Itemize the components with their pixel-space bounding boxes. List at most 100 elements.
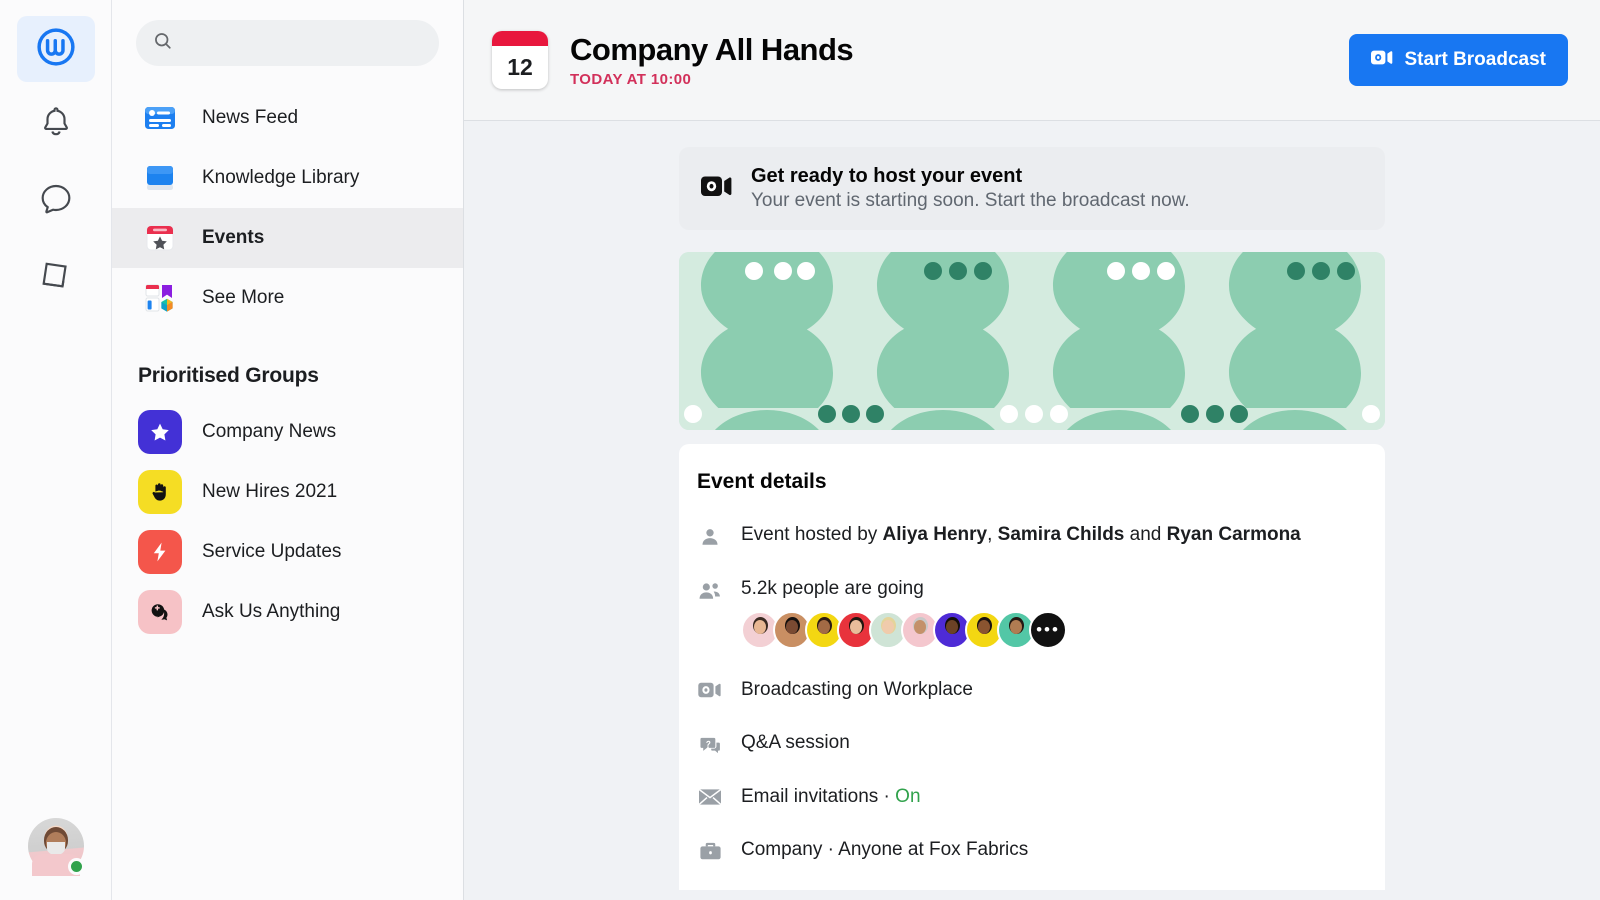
rail-item-library[interactable] (17, 244, 95, 310)
rail-item-notifications[interactable] (17, 92, 95, 158)
host-prefix: Event hosted by (741, 524, 883, 545)
event-header: 12 Company All Hands TODAY AT 10:00 Star… (464, 0, 1600, 121)
start-broadcast-button[interactable]: Start Broadcast (1348, 34, 1568, 86)
event-title-block: Company All Hands TODAY AT 10:00 (570, 32, 1349, 88)
calendar-day-number: 12 (507, 54, 533, 80)
sidebar-item-label: See More (202, 287, 285, 308)
rail-item-chat[interactable] (17, 168, 95, 234)
see-more-icon (138, 276, 182, 320)
video-camera-icon (701, 174, 733, 203)
event-details-card: Event details Event hosted by Aliya Henr… (679, 444, 1385, 891)
avatar-face (850, 620, 862, 635)
online-status-badge (67, 858, 85, 875)
search-box[interactable] (136, 20, 439, 66)
prioritised-groups-title: Prioritised Groups (138, 364, 319, 387)
sidebar-item-knowledge-library[interactable]: Knowledge Library (112, 148, 463, 208)
event-cover-image (679, 252, 1385, 430)
lightning-bolt-icon (138, 530, 182, 574)
sidebar-item-label: Events (202, 227, 265, 248)
rail-user-avatar[interactable] (27, 818, 85, 876)
avatar-shirt (937, 632, 967, 648)
group-item-label: Company News (202, 421, 337, 442)
avatar-face (978, 620, 990, 635)
avatar-shirt (873, 632, 903, 648)
person-icon (697, 522, 723, 548)
video-camera-icon (1370, 49, 1393, 72)
notice-subtitle: Your event is starting soon. Start the b… (751, 190, 1190, 211)
search-icon (152, 30, 174, 57)
group-item-label: Service Updates (202, 541, 342, 562)
email-invitations-status: On (895, 786, 921, 808)
detail-row-text: Broadcasting on Workplace (741, 679, 973, 701)
calendar-header-band (492, 31, 548, 46)
detail-row-company: Company · Anyone at Fox Fabrics (679, 837, 1385, 890)
attendee-more-button[interactable]: ••• (1029, 611, 1067, 650)
main-area: 12 Company All Hands TODAY AT 10:00 Star… (464, 0, 1600, 900)
avatar-face (946, 620, 958, 635)
sidebar-item-news-feed[interactable]: News Feed (112, 88, 463, 148)
detail-row-text: Company · Anyone at Fox Fabrics (741, 839, 1029, 861)
group-item-ask-us-anything[interactable]: Ask Us Anything (112, 582, 463, 642)
group-item-company-news[interactable]: Company News (112, 402, 463, 462)
avatar-face (882, 620, 894, 635)
wave-hand-icon (138, 470, 182, 514)
events-calendar-icon (138, 216, 182, 260)
host-name-2[interactable]: Samira Childs (998, 524, 1125, 545)
bell-icon (36, 103, 76, 148)
search-container (112, 20, 463, 88)
host-notice-banner: Get ready to host your event Your event … (679, 147, 1385, 230)
avatar-face (754, 620, 766, 635)
avatar-face (1010, 620, 1022, 635)
workplace-logo-icon (34, 25, 78, 74)
group-item-service-updates[interactable]: Service Updates (112, 522, 463, 582)
workplace-app: News Feed Knowledge Library Events See M… (0, 0, 1600, 900)
avatar-shirt (969, 632, 999, 648)
avatar-face (818, 620, 830, 635)
rail-item-workplace-home[interactable] (16, 16, 95, 82)
knowledge-library-icon (138, 156, 182, 200)
detail-row-text: Event hosted by Aliya Henry, Samira Chil… (741, 522, 1301, 548)
event-time-subtitle: TODAY AT 10:00 (570, 71, 692, 88)
avatar-shirt (905, 632, 935, 648)
group-item-new-hires-2021[interactable]: New Hires 2021 (112, 462, 463, 522)
people-icon (697, 576, 723, 649)
chat-bubble-icon (36, 179, 76, 224)
detail-row-email-invitations: Email invitations · On (679, 784, 1385, 837)
notice-text-block: Get ready to host your event Your event … (751, 165, 1190, 212)
notice-title: Get ready to host your event (751, 165, 1023, 187)
detail-row-qa: Q&A session (679, 730, 1385, 784)
attendee-avatar-list: ••• (741, 611, 1067, 650)
avatar-face (914, 620, 926, 635)
detail-row-text: Email invitations · On (741, 784, 921, 809)
email-invitations-label: Email invitations · (741, 786, 896, 808)
avatar-shirt (809, 632, 839, 648)
avatar-shirt (1001, 632, 1031, 648)
detail-row-text: Q&A session (741, 732, 850, 754)
event-details-title: Event details (697, 470, 827, 493)
page-title: Company All Hands (570, 32, 854, 67)
search-input[interactable] (186, 34, 423, 52)
detail-row-broadcasting: Broadcasting on Workplace (679, 677, 1385, 730)
sidebar: News Feed Knowledge Library Events See M… (112, 0, 464, 900)
start-broadcast-label: Start Broadcast (1404, 49, 1547, 70)
question-bubble-icon (697, 730, 723, 756)
avatar-shirt (777, 632, 807, 648)
host-sep-1: , (987, 524, 998, 545)
star-icon (138, 410, 182, 454)
host-name-3[interactable]: Ryan Carmona (1167, 524, 1301, 545)
sidebar-item-label: News Feed (202, 107, 299, 128)
host-sep-2: and (1124, 524, 1167, 545)
detail-row-attendees: 5.2k people are going ••• (679, 576, 1385, 677)
sidebar-item-events[interactable]: Events (112, 208, 463, 268)
group-item-label: New Hires 2021 (202, 481, 338, 502)
host-name-1[interactable]: Aliya Henry (883, 524, 988, 545)
avatar-face (786, 620, 798, 635)
news-feed-icon (138, 96, 182, 140)
book-icon (36, 255, 76, 300)
sidebar-item-see-more[interactable]: See More (112, 268, 463, 328)
attendee-count-label: 5.2k people are going (741, 578, 924, 599)
attendees-block: 5.2k people are going ••• (741, 576, 1067, 650)
briefcase-icon (697, 837, 723, 862)
video-camera-icon (697, 677, 723, 702)
group-item-label: Ask Us Anything (202, 601, 341, 622)
